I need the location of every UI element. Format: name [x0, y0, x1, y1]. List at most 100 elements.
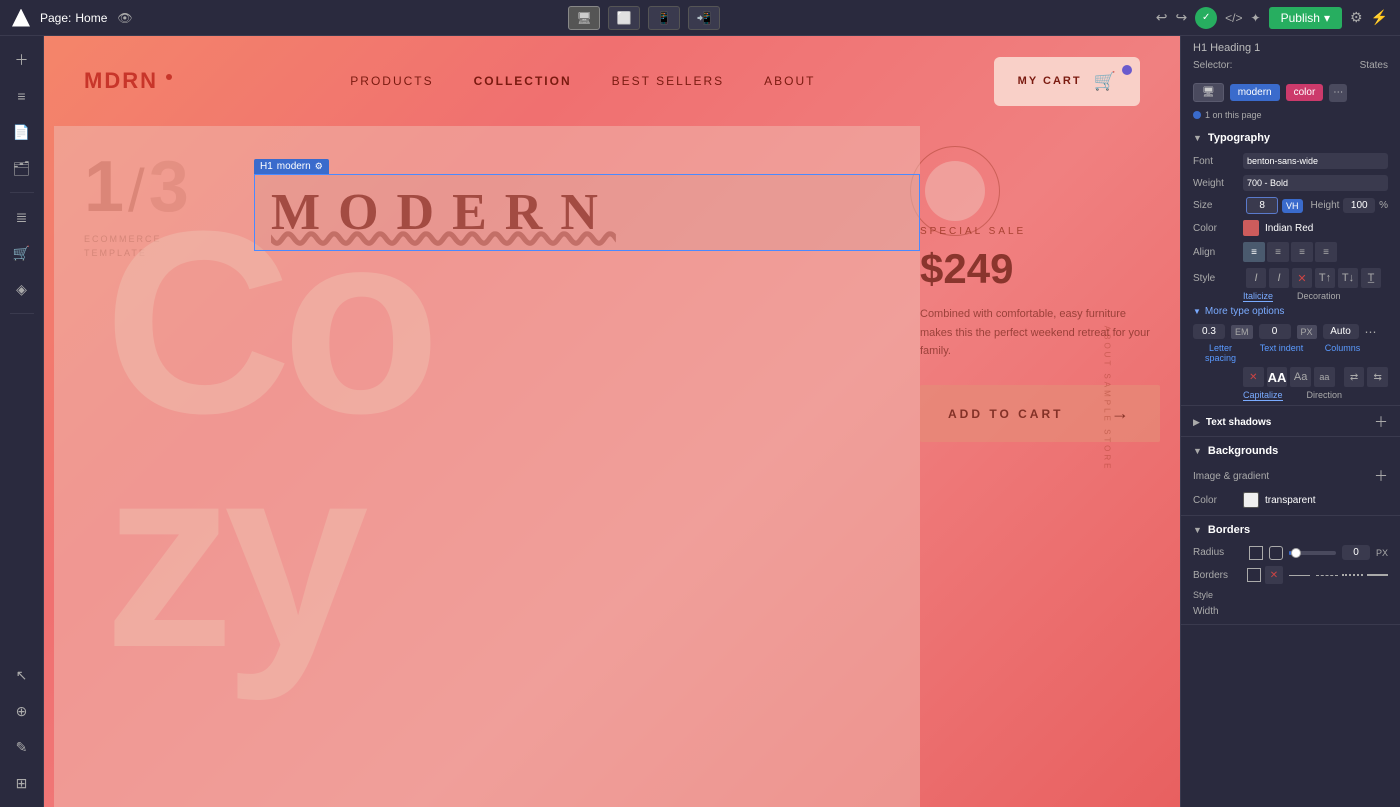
color-selector-btn[interactable]: color	[1286, 84, 1324, 101]
nav-bestsellers[interactable]: BEST SELLERS	[612, 74, 725, 88]
mobile-btn[interactable]: 📲	[688, 6, 720, 30]
on-page-dot	[1193, 111, 1201, 119]
direction-right-btn[interactable]: ⇆	[1367, 367, 1388, 387]
selector-buttons-row: 🖥 modern color ⋯	[1181, 77, 1400, 108]
align-justify-btn[interactable]: ≡	[1315, 242, 1337, 262]
subscript-btn[interactable]: T↓	[1338, 268, 1358, 288]
transform-aa-btn[interactable]: aa	[1314, 367, 1335, 387]
decoration-label: Decoration	[1297, 291, 1341, 302]
italic-btn[interactable]: I	[1246, 268, 1266, 288]
pages-icon[interactable]: 📄	[6, 116, 38, 148]
publish-btn[interactable]: Publish ▾	[1269, 7, 1342, 29]
borders-arrow: ▼	[1193, 525, 1202, 535]
add-to-cart-button[interactable]: ADD TO CART →	[920, 385, 1160, 442]
tablet-btn[interactable]: 📱	[648, 6, 680, 30]
circle-stamp	[910, 146, 1000, 236]
text-indent-unit[interactable]: PX	[1297, 325, 1317, 339]
navigator-icon[interactable]: ≡	[6, 80, 38, 112]
italic2-btn[interactable]: I	[1269, 268, 1289, 288]
weight-select[interactable]: 700 - Bold	[1243, 175, 1388, 191]
bolt-icon[interactable]: ⚡	[1371, 9, 1388, 26]
nav-collection[interactable]: COLLECTION	[474, 74, 572, 88]
typography-header[interactable]: ▼ Typography	[1181, 126, 1400, 150]
desktop-btn[interactable]: 🖥	[568, 6, 600, 30]
color-row: Color Indian Red	[1181, 217, 1400, 239]
nav-products[interactable]: PRODUCTS	[350, 74, 433, 88]
borders-square-icon[interactable]	[1247, 568, 1261, 582]
code-btn[interactable]: </>	[1225, 11, 1242, 25]
borders-line-dashed[interactable]	[1316, 575, 1337, 576]
zoom-icon[interactable]: ⊕	[6, 695, 38, 727]
eye-icon[interactable]: 👁	[117, 11, 132, 25]
height-input[interactable]: 100	[1343, 198, 1375, 213]
color-value: Indian Red	[1265, 223, 1313, 234]
align-right-btn[interactable]: ≡	[1291, 242, 1313, 262]
add-to-cart-arrow: →	[1111, 403, 1132, 424]
letter-spacing-unit[interactable]: EM	[1231, 325, 1253, 339]
states-label: States	[1360, 60, 1388, 71]
text-shadows-add-btn[interactable]: ＋	[1374, 412, 1388, 432]
radius-round-icon[interactable]	[1269, 546, 1283, 560]
topbar-left: Page: Home 👁	[12, 9, 133, 27]
borders-line-thick[interactable]	[1367, 574, 1388, 576]
bg-color-swatch[interactable]	[1243, 492, 1259, 508]
borders-line-dotted[interactable]	[1342, 574, 1363, 576]
selector-more-btn[interactable]: ⋯	[1329, 84, 1347, 102]
superscript-btn[interactable]: T↑	[1315, 268, 1335, 288]
columns-input[interactable]: Auto	[1323, 324, 1359, 339]
modern-heading[interactable]: MODERN	[271, 184, 616, 241]
modern-selector-btn[interactable]: modern	[1230, 84, 1280, 101]
transform-Aa-btn[interactable]: Aa	[1290, 367, 1311, 387]
ai-btn[interactable]: ✦	[1251, 11, 1261, 25]
align-center-btn[interactable]: ≡	[1267, 242, 1289, 262]
sidebar-divider-2	[10, 313, 34, 314]
letter-spacing-input[interactable]: 0.3	[1193, 324, 1225, 339]
element-heading-label: H1 Heading 1	[1181, 36, 1400, 54]
radius-input[interactable]: 0	[1342, 545, 1370, 560]
logic-icon[interactable]: ◈	[6, 273, 38, 305]
borders-style-x[interactable]: ✕	[1265, 566, 1283, 584]
radius-square-icon[interactable]	[1249, 546, 1263, 560]
monitor-selector-btn[interactable]: 🖥	[1193, 83, 1224, 102]
add-element-icon[interactable]: ＋	[6, 44, 38, 76]
image-gradient-add-btn[interactable]: ＋	[1374, 466, 1388, 486]
settings-icon[interactable]: ⚙	[1350, 9, 1363, 26]
grid-icon[interactable]: ⊞	[6, 767, 38, 799]
more-options-toggle[interactable]: ▼ More type options	[1181, 302, 1400, 321]
style-row: Style I I ✕ T↑ T↓ T̲	[1181, 265, 1400, 291]
redo-btn[interactable]: ↪	[1175, 9, 1187, 26]
undo-btn[interactable]: ↩	[1156, 9, 1168, 26]
modern-text-element[interactable]: H1 modern ⚙ MODERN	[254, 156, 920, 251]
columns-more[interactable]: ⋯	[1365, 325, 1379, 339]
color-swatch[interactable]	[1243, 220, 1259, 236]
text-shadows-label: Text shadows	[1206, 417, 1374, 428]
direction-left-btn[interactable]: ⇄	[1344, 367, 1365, 387]
ecommerce-icon[interactable]: 🛒	[6, 237, 38, 269]
transform-AA-btn[interactable]: AA	[1267, 367, 1288, 387]
borders-sub-label: Borders	[1193, 570, 1243, 581]
assets-icon[interactable]: 🗂	[6, 152, 38, 184]
size-input[interactable]: 8	[1246, 197, 1278, 214]
add-to-cart-label: ADD TO CART	[948, 407, 1063, 421]
size-unit[interactable]: VH	[1282, 199, 1303, 213]
strikethrough-btn[interactable]: ✕	[1292, 268, 1312, 288]
element-gear-icon[interactable]: ⚙	[315, 161, 323, 172]
cart-button[interactable]: MY CART 🛒	[994, 57, 1140, 106]
borders-line-solid[interactable]	[1289, 575, 1310, 576]
annotate-icon[interactable]: ✎	[6, 731, 38, 763]
borders-header[interactable]: ▼ Borders	[1181, 518, 1400, 542]
align-left-btn[interactable]: ≡	[1243, 242, 1265, 262]
more-options-label: More type options	[1205, 306, 1285, 317]
transform-x-btn[interactable]: ✕	[1243, 367, 1264, 387]
nav-links: PRODUCTS COLLECTION BEST SELLERS ABOUT	[350, 74, 815, 88]
underline-btn[interactable]: T̲	[1361, 268, 1381, 288]
text-indent-input[interactable]: 0	[1259, 324, 1291, 339]
nav-about[interactable]: ABOUT	[764, 74, 815, 88]
radius-slider[interactable]	[1289, 551, 1336, 555]
cms-icon[interactable]: ≣	[6, 201, 38, 233]
tablet-wide-btn[interactable]: ⬜	[608, 6, 640, 30]
cursor-icon[interactable]: ↖	[6, 659, 38, 691]
backgrounds-header[interactable]: ▼ Backgrounds	[1181, 439, 1400, 463]
spacing-row: 0.3 EM 0 PX Auto ⋯	[1181, 321, 1400, 342]
font-select[interactable]: benton-sans-wide	[1243, 153, 1388, 169]
